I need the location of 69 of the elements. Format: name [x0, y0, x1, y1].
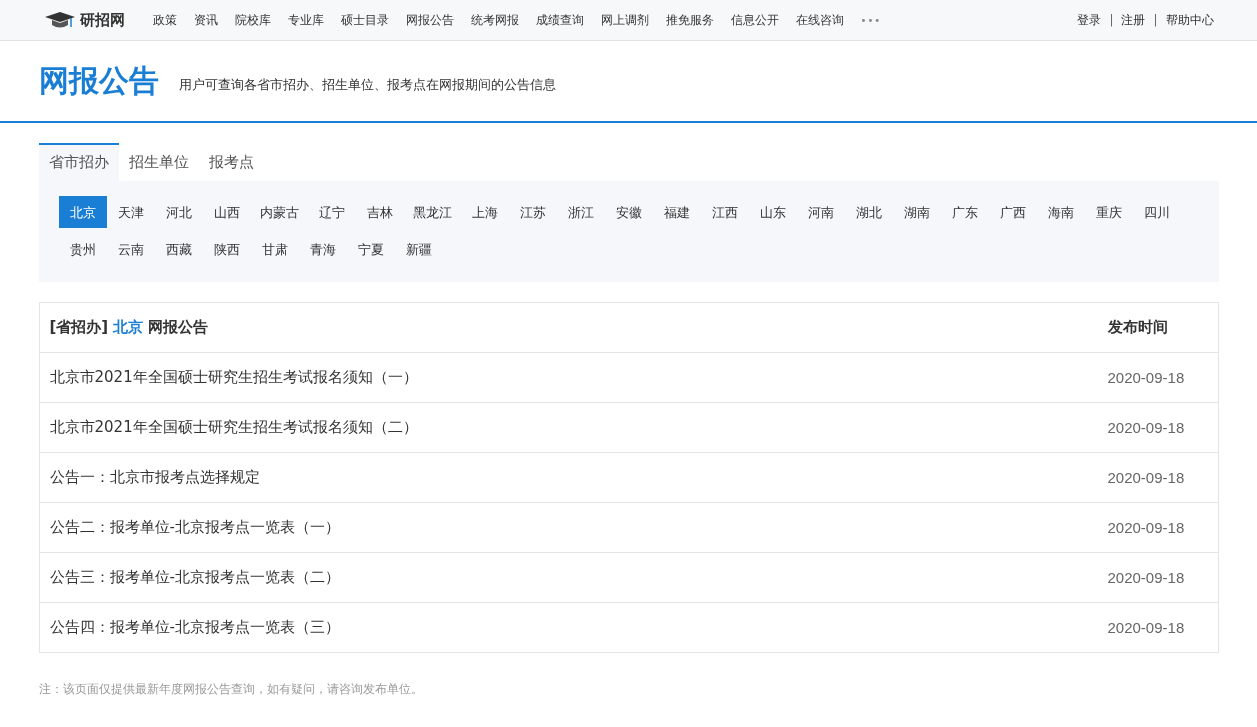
province-link[interactable]: 江西: [700, 196, 749, 228]
table-heading: 网报公告: [148, 318, 209, 337]
province-link[interactable]: 内蒙古: [250, 196, 308, 228]
nav-link[interactable]: 网上调剂: [600, 11, 649, 29]
province-link[interactable]: 西藏: [154, 233, 203, 265]
account-link[interactable]: 注册: [1121, 11, 1146, 29]
date-cell-text: 2020-09-18: [1107, 569, 1186, 586]
province-link[interactable]: 青海: [298, 233, 347, 265]
province-link[interactable]: 广东: [940, 196, 989, 228]
nav-link[interactable]: 信息公开: [730, 11, 779, 29]
province-link[interactable]: 重庆: [1084, 196, 1133, 228]
province-link[interactable]: 上海: [460, 196, 509, 228]
nav-link[interactable]: 专业库: [287, 11, 324, 29]
province-link[interactable]: 广西: [988, 196, 1037, 228]
province-link[interactable]: 新疆: [394, 233, 443, 265]
date-cell-text: 2020-09-18: [1107, 369, 1186, 386]
date-cell-text: 2020-09-18: [1107, 519, 1186, 536]
province-link[interactable]: 浙江: [556, 196, 605, 228]
separator: |: [1153, 13, 1158, 27]
separator: |: [1109, 13, 1114, 27]
province-link[interactable]: 北京: [58, 196, 107, 228]
date-cell-text: 2020-09-18: [1107, 619, 1186, 636]
nav-link[interactable]: 院校库: [234, 11, 271, 29]
province-link[interactable]: 江苏: [508, 196, 557, 228]
announcement-link[interactable]: 公告一：北京市报考点选择规定: [49, 468, 1108, 487]
page-title: 网报公告: [38, 61, 159, 100]
province-link[interactable]: 安徽: [604, 196, 653, 228]
announcement-link[interactable]: 公告四：报考单位-北京报考点一览表（三）: [49, 618, 1108, 637]
page-subtitle: 用户可查询各省市招办、招生单位、报考点在网报期间的公告信息: [178, 76, 556, 94]
nav-link[interactable]: 资讯: [193, 11, 218, 29]
province-link[interactable]: 宁夏: [346, 233, 395, 265]
province-link[interactable]: 辽宁: [307, 196, 356, 228]
date-cell-text: 2020-09-18: [1107, 469, 1186, 486]
province-link[interactable]: 河南: [796, 196, 845, 228]
province-link[interactable]: 山东: [748, 196, 797, 228]
nav-link[interactable]: 在线咨询: [795, 11, 844, 29]
province-link[interactable]: 甘肃: [250, 233, 299, 265]
nav-link[interactable]: 推免服务: [665, 11, 714, 29]
nav-link[interactable]: 成绩查询: [535, 11, 584, 29]
announcement-link[interactable]: 北京市2021年全国硕士研究生招生考试报名须知（二）: [49, 418, 1108, 437]
province-link[interactable]: 河北: [154, 196, 203, 228]
province-link[interactable]: 湖南: [892, 196, 941, 228]
province-link[interactable]: 海南: [1036, 196, 1085, 228]
announcement-link[interactable]: 公告二：报考单位-北京报考点一览表（一）: [49, 518, 1108, 537]
nav-link[interactable]: 硕士目录: [340, 11, 389, 29]
province-link[interactable]: 黑龙江: [403, 196, 461, 228]
nav-link[interactable]: 政策: [152, 11, 177, 29]
account-link[interactable]: 登录: [1077, 11, 1102, 29]
province-link[interactable]: 贵州: [58, 233, 107, 265]
announcement-link[interactable]: 北京市2021年全国硕士研究生招生考试报名须知（一）: [49, 368, 1108, 387]
nav-link[interactable]: 网报公告: [405, 11, 454, 29]
site-logo-text[interactable]: 研招网: [79, 10, 125, 30]
province-link[interactable]: 陕西: [202, 233, 251, 265]
province-link[interactable]: 山西: [202, 196, 251, 228]
table-heading-region: 北京: [113, 318, 144, 337]
footnote: 注：该页面仅提供最新年度网报公告查询，如有疑问，请咨询发布单位。: [38, 681, 424, 698]
province-link[interactable]: 四川: [1132, 196, 1181, 228]
province-link[interactable]: 天津: [106, 196, 155, 228]
tab[interactable]: 省市招办: [38, 143, 119, 181]
announcement-link[interactable]: 公告三：报考单位-北京报考点一览表（二）: [49, 568, 1108, 587]
province-link[interactable]: 福建: [652, 196, 701, 228]
account-link[interactable]: 帮助中心: [1165, 11, 1214, 29]
province-link[interactable]: 云南: [106, 233, 155, 265]
date-cell-text: 2020-09-18: [1107, 419, 1186, 436]
column-header: 发布时间: [1107, 318, 1169, 337]
table-heading: [省招办]: [49, 318, 109, 337]
nav-link[interactable]: 统考网报: [470, 11, 519, 29]
province-link[interactable]: 吉林: [355, 196, 404, 228]
province-link[interactable]: 湖北: [844, 196, 893, 228]
